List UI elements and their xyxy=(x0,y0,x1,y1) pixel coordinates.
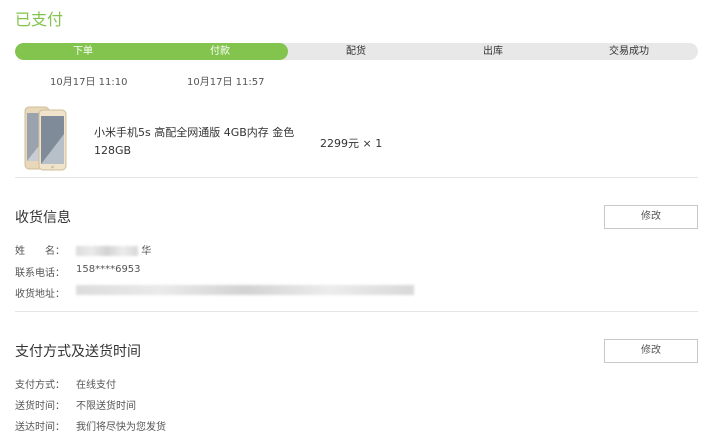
redacted-text xyxy=(76,285,414,295)
step-ordered: 下单 xyxy=(73,46,93,57)
product-image[interactable] xyxy=(22,106,68,172)
payment-method-value: 在线支付 xyxy=(76,380,116,391)
recipient-name-label: 姓 名： xyxy=(15,246,65,257)
step-picking: 配货 xyxy=(346,46,366,57)
arrival-time-value: 我们将尽快为您发货 xyxy=(76,422,166,433)
step-ordered-time: 10月17日 11:10 xyxy=(50,77,128,88)
step-completed: 交易成功 xyxy=(609,46,649,57)
phone-value: 158****6953 xyxy=(76,264,141,275)
divider xyxy=(15,177,698,178)
product-name[interactable]: 小米手机5s 高配全网通版 4GB内存 金色 128GB xyxy=(94,124,304,160)
product-price-quantity: 2299元 × 1 xyxy=(320,137,383,150)
recipient-name-value: 华 xyxy=(76,242,151,257)
edit-shipping-button[interactable]: 修改 xyxy=(604,205,698,229)
redacted-text xyxy=(76,246,138,256)
shipping-section-title: 收货信息 xyxy=(15,210,71,226)
delivery-time-value: 不限送货时间 xyxy=(76,401,136,412)
payment-method-label: 支付方式： xyxy=(15,380,65,391)
delivery-time-label: 送货时间： xyxy=(15,401,65,412)
arrival-time-label: 送达时间： xyxy=(15,422,65,433)
divider xyxy=(15,311,698,312)
order-status-title: 已支付 xyxy=(15,10,64,29)
edit-payment-button[interactable]: 修改 xyxy=(604,339,698,363)
step-paid: 付款 xyxy=(210,46,230,57)
step-paid-time: 10月17日 11:57 xyxy=(187,77,265,88)
step-shipped: 出库 xyxy=(483,46,503,57)
phone-label: 联系电话： xyxy=(15,268,65,279)
payment-section-title: 支付方式及送货时间 xyxy=(15,344,141,360)
address-label: 收货地址： xyxy=(15,289,65,300)
order-progress-bar: 下单 付款 配货 出库 交易成功 xyxy=(15,43,698,60)
recipient-name-suffix: 华 xyxy=(141,246,152,257)
address-value xyxy=(76,285,414,296)
